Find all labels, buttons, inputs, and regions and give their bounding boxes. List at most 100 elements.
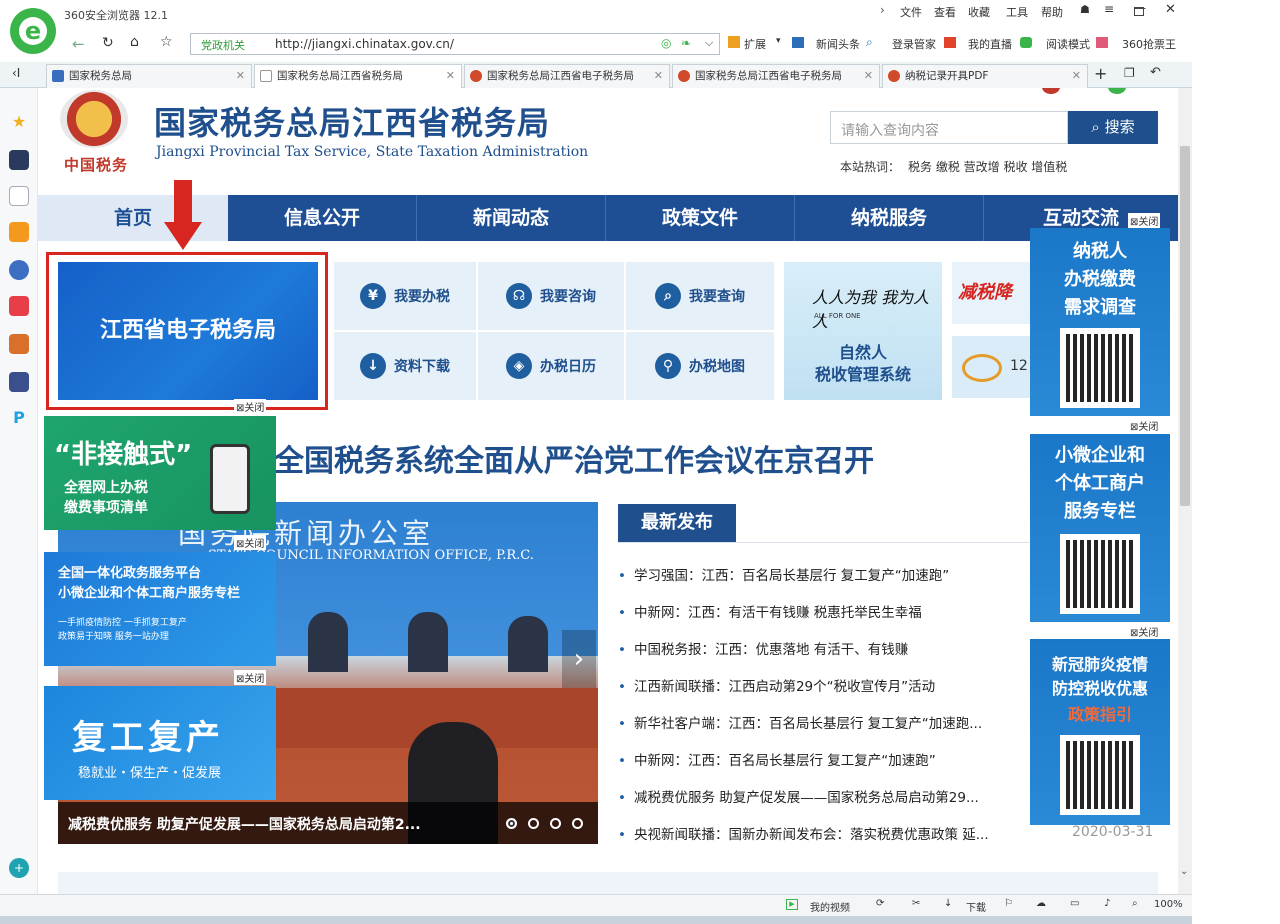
news-item[interactable]: 减税费优服务 助复产促发展——国家税务总局启动第29...	[618, 786, 979, 806]
favorite-star-icon[interactable]: ☆	[160, 34, 173, 50]
service-map[interactable]: ⚲ 办税地图	[626, 332, 774, 400]
toolbar-reader[interactable]: 阅读模式	[1046, 36, 1090, 52]
latest-tab[interactable]: 最新发布	[618, 504, 736, 542]
natural-person-promo[interactable]: 人人为我 我为人人 ALL FOR ONE 自然人 税收管理系统	[784, 262, 942, 400]
etax-banner[interactable]: 江西省电子税务局	[58, 262, 318, 400]
tools-icon[interactable]: ✂	[912, 898, 920, 909]
top-right-icons[interactable]	[1042, 88, 1162, 94]
zoom-icon[interactable]: ⌕	[1132, 898, 1138, 909]
slide-dot[interactable]	[506, 818, 517, 829]
refresh-status-icon[interactable]: ⟳	[876, 898, 884, 909]
tab-close-icon[interactable]: ✕	[236, 65, 245, 87]
scrollbar-thumb[interactable]	[1180, 146, 1190, 506]
close-window-button[interactable]: ✕	[1165, 2, 1176, 17]
float-ad-survey[interactable]: 纳税人 办税缴费 需求调查	[1030, 228, 1170, 416]
sidebar-add-icon[interactable]: +	[9, 858, 29, 878]
chevron-down-icon[interactable]: ▾	[776, 36, 781, 46]
toolbar-news[interactable]: 新闻头条	[816, 36, 860, 52]
slide-dot[interactable]	[550, 818, 561, 829]
toolbar-ticket[interactable]: 360抢票王	[1122, 36, 1176, 52]
tab-close-icon[interactable]: ✕	[864, 65, 873, 87]
service-calendar[interactable]: ◈ 办税日历	[478, 332, 624, 400]
my-video[interactable]: 我的视频	[810, 899, 850, 914]
toolbar-live[interactable]: 我的直播	[968, 36, 1012, 52]
news-item[interactable]: 江西新闻联播：江西启动第29个“税收宣传月”活动	[618, 675, 935, 695]
slide-dot[interactable]	[572, 818, 583, 829]
tv-icon[interactable]	[944, 37, 956, 48]
menu-favorites[interactable]: 收藏	[968, 4, 990, 20]
tax-month-promo[interactable]: 12	[952, 336, 1042, 398]
close-ad-button[interactable]: ⊠关闭	[234, 670, 267, 685]
window-icon[interactable]: ▭	[1070, 898, 1079, 909]
undo-close-icon[interactable]: ↶	[1150, 65, 1161, 80]
float-ad-resume-work[interactable]: 复工复产 稳就业・保生产・促发展	[44, 686, 276, 800]
hot-words[interactable]: 税务 缴税 营改增 税收 增值税	[908, 158, 1067, 175]
close-ad-button[interactable]: ⊠关闭	[234, 535, 267, 550]
menu-tools[interactable]: 工具	[1006, 4, 1028, 20]
home-icon[interactable]: ⌂	[130, 34, 139, 50]
favorites-star-icon[interactable]: ★	[9, 112, 29, 132]
page-scrollbar[interactable]: ⌄	[1178, 88, 1192, 894]
tab-1[interactable]: 国家税务总局江西省税务局 ✕	[254, 64, 462, 88]
address-bar[interactable]: 党政机关 http://jiangxi.chinatax.gov.cn/ ◎ ❧…	[190, 33, 720, 55]
news-item[interactable]: 学习强国：江西：百名局长基层行 复工复产“加速跑”	[618, 564, 949, 584]
sidebar-app-icon[interactable]	[9, 372, 29, 392]
back-icon[interactable]: ←	[72, 35, 85, 53]
slide-dot[interactable]	[528, 818, 539, 829]
service-apply-tax[interactable]: ¥ 我要办税	[334, 262, 476, 330]
new-tab-button[interactable]: +	[1094, 64, 1107, 83]
tab-4[interactable]: 纳税记录开具PDF ✕	[882, 64, 1088, 88]
tab-close-icon[interactable]: ✕	[654, 65, 663, 87]
scroll-down-icon[interactable]: ⌄	[1180, 866, 1188, 877]
float-ad-contactless[interactable]: “非接触式” 全程网上办税 缴费事项清单	[44, 416, 276, 530]
sidebar-app-icon[interactable]	[9, 334, 29, 354]
menu-file[interactable]: 文件	[900, 4, 922, 20]
menu-more-icon[interactable]: ›	[880, 3, 885, 17]
zoom-level[interactable]: 100%	[1154, 899, 1183, 910]
news-item[interactable]: 央视新闻联播：国新办新闻发布会：落实税费优惠政策 延...	[618, 823, 989, 843]
service-query[interactable]: ⌕ 我要查询	[626, 262, 774, 330]
tab-close-icon[interactable]: ✕	[1072, 65, 1081, 87]
nav-news[interactable]: 新闻动态	[417, 195, 606, 241]
maximize-button[interactable]	[1134, 7, 1144, 16]
url-text[interactable]: http://jiangxi.chinatax.gov.cn/	[275, 37, 454, 51]
news-icon[interactable]	[792, 37, 804, 48]
menu-view[interactable]: 查看	[934, 4, 956, 20]
refresh-icon[interactable]: ↻	[102, 35, 114, 51]
slide-caption[interactable]: 减税费优服务 助复产促发展——国家税务总局启动第2...	[68, 814, 421, 834]
flag-icon[interactable]: ⚐	[1004, 898, 1013, 909]
ext-icon[interactable]	[728, 36, 740, 48]
news-item[interactable]: 新华社客户端：江西：百名局长基层行 复工复产“加速跑...	[618, 712, 982, 732]
sidebar-app-icon[interactable]	[9, 296, 29, 316]
service-download[interactable]: ↓ 资料下载	[334, 332, 476, 400]
toolbar-extension[interactable]: 扩展	[744, 36, 766, 52]
sidebar-app-icon[interactable]: P	[9, 408, 29, 428]
toolbar-login[interactable]: 登录管家	[892, 36, 936, 52]
close-ad-button[interactable]: ⊠关闭	[1128, 624, 1161, 639]
tax-reduction-promo[interactable]: 减税降	[952, 262, 1042, 324]
float-ad-smb-column[interactable]: 小微企业和 个体工商户 服务专栏	[1030, 434, 1170, 622]
news-item[interactable]: 中国税务报：江西：优惠落地 有活干、有钱赚	[618, 638, 908, 658]
nav-service[interactable]: 纳税服务	[795, 195, 984, 241]
download-label[interactable]: 下载	[966, 899, 986, 914]
reader-icon[interactable]	[1020, 37, 1032, 48]
headline[interactable]: 全国税务系统全面从严治党工作会议在京召开	[274, 436, 874, 480]
ticket-icon[interactable]	[1096, 37, 1108, 48]
nav-info[interactable]: 信息公开	[228, 195, 417, 241]
nav-policy[interactable]: 政策文件	[606, 195, 795, 241]
close-ad-button[interactable]: ⊠关闭	[234, 399, 267, 414]
sidebar-app-icon[interactable]	[9, 222, 29, 242]
sidebar-doc-icon[interactable]	[9, 186, 29, 206]
download-status-icon[interactable]: ↓	[944, 898, 952, 909]
sidebar-app-icon[interactable]	[9, 260, 29, 280]
menu-button[interactable]: ≡	[1104, 2, 1114, 16]
slide-next-button[interactable]: ›	[562, 630, 596, 688]
sound-icon[interactable]: ♪	[1104, 898, 1110, 909]
close-ad-button[interactable]: ⊠关闭	[1128, 418, 1161, 433]
dropdown-icon[interactable]: ⌵	[705, 36, 713, 50]
float-ad-smb-platform[interactable]: 全国一体化政务服务平台 小微企业和个体工商户服务专栏 一手抓疫情防控 一手抓复工…	[44, 552, 276, 666]
video-icon[interactable]: ▶	[786, 899, 798, 910]
tab-list-icon[interactable]: ❐	[1124, 66, 1135, 80]
menu-help[interactable]: 帮助	[1041, 4, 1063, 20]
tab-0[interactable]: 国家税务总局 ✕	[46, 64, 252, 88]
